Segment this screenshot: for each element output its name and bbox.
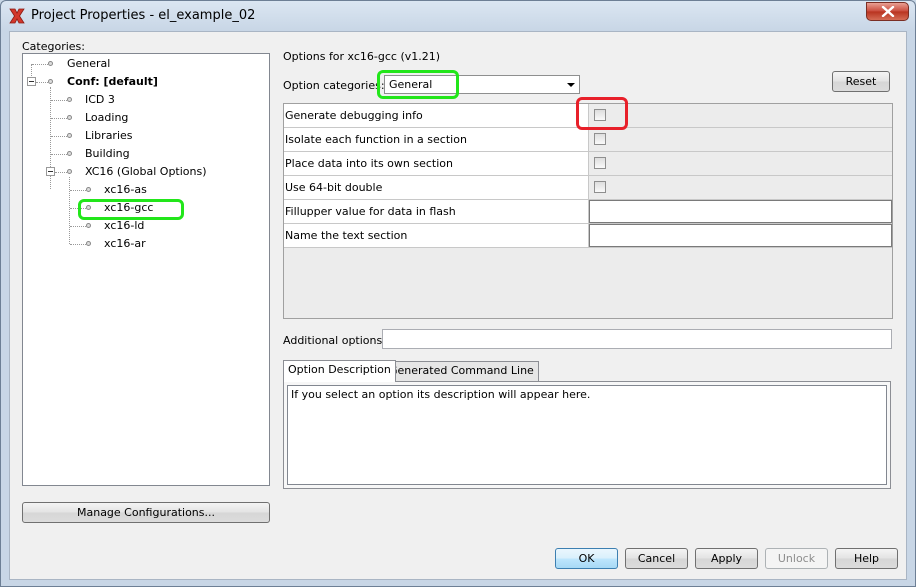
option-name: Isolate each function in a section: [284, 128, 589, 151]
tree-node-icon: [86, 241, 91, 246]
tree-item-label: Libraries: [85, 129, 133, 142]
text-section-name-input[interactable]: [589, 224, 892, 247]
option-row[interactable]: Use 64-bit double: [284, 176, 892, 200]
red-x-icon: [9, 8, 25, 24]
tree-item-general[interactable]: General: [23, 55, 263, 73]
tree-node-icon: [67, 151, 72, 156]
window-close-button[interactable]: [866, 2, 909, 21]
option-name: Generate debugging info: [284, 104, 589, 127]
tree-item-label: General: [67, 57, 111, 70]
tree-item-label: xc16-as: [104, 183, 147, 196]
tree-item-label: xc16-ar: [104, 237, 146, 250]
dialog-client-area: Categories: General Conf: [default] ICD …: [9, 31, 907, 580]
ok-button[interactable]: OK: [555, 548, 618, 569]
tree-item-xc16-global[interactable]: XC16 (Global Options): [23, 163, 263, 181]
tree-item-loading[interactable]: Loading: [23, 109, 263, 127]
close-icon: [881, 6, 895, 17]
reset-button[interactable]: Reset: [832, 71, 890, 92]
tab-generated-command-line[interactable]: Generated Command Line: [384, 361, 539, 381]
tree-node-icon: [67, 133, 72, 138]
tree-item-conf-default[interactable]: Conf: [default]: [23, 73, 263, 91]
unlock-button: Unlock: [765, 548, 828, 569]
option-name: Fillupper value for data in flash: [284, 200, 589, 223]
option-categories-label: Option categories:: [283, 79, 385, 92]
categories-tree[interactable]: General Conf: [default] ICD 3 Loading Li…: [22, 53, 270, 486]
option-row[interactable]: Name the text section: [284, 224, 892, 248]
tree-node-icon: [67, 97, 72, 102]
option-row[interactable]: Isolate each function in a section: [284, 128, 892, 152]
option-name: Use 64-bit double: [284, 176, 589, 199]
additional-options-label: Additional options:: [283, 334, 386, 347]
tree-item-building[interactable]: Building: [23, 145, 263, 163]
option-value-cell: [589, 128, 892, 151]
tree-item-label: Building: [85, 147, 130, 160]
option-row[interactable]: Fillupper value for data in flash: [284, 200, 892, 224]
option-value-cell: [589, 104, 892, 127]
tree-item-icd3[interactable]: ICD 3: [23, 91, 263, 109]
isolate-function-checkbox[interactable]: [594, 133, 606, 145]
tree-item-label: Conf: [default]: [67, 75, 158, 88]
option-name: Place data into its own section: [284, 152, 589, 175]
project-properties-window: Project Properties - el_example_02 Categ…: [0, 0, 916, 587]
option-value-cell: [589, 152, 892, 175]
tree-node-icon: [48, 61, 53, 66]
apply-button[interactable]: Apply: [695, 548, 758, 569]
tree-item-xc16-ar[interactable]: xc16-ar: [23, 235, 263, 253]
use-64bit-double-checkbox[interactable]: [594, 181, 606, 193]
tree-node-icon: [48, 79, 53, 84]
tree-item-label: Loading: [85, 111, 129, 124]
highlight-xc16-gcc: [78, 199, 184, 220]
tab-panel: If you select an option its description …: [283, 381, 891, 489]
dropdown-arrow-icon: [567, 83, 575, 87]
options-grid: Generate debugging info Isolate each fun…: [283, 103, 893, 319]
tree-item-libraries[interactable]: Libraries: [23, 127, 263, 145]
options-title: Options for xc16-gcc (v1.21): [283, 50, 441, 63]
highlight-debugging-checkbox: [576, 97, 628, 130]
option-row[interactable]: Place data into its own section: [284, 152, 892, 176]
manage-configurations-button[interactable]: Manage Configurations...: [22, 502, 270, 523]
tree-node-icon: [86, 187, 91, 192]
fillupper-value-input[interactable]: [589, 200, 892, 223]
tree-item-label: ICD 3: [85, 93, 115, 106]
highlight-option-categories: [377, 70, 459, 99]
option-name: Name the text section: [284, 224, 589, 247]
option-value-cell: [589, 176, 892, 199]
help-button[interactable]: Help: [835, 548, 898, 569]
categories-label: Categories:: [22, 40, 85, 53]
tree-node-icon: [86, 223, 91, 228]
cancel-button[interactable]: Cancel: [625, 548, 688, 569]
tree-item-xc16-as[interactable]: xc16-as: [23, 181, 263, 199]
tree-node-icon: [67, 115, 72, 120]
option-description-text: If you select an option its description …: [287, 385, 887, 485]
window-title: Project Properties - el_example_02: [31, 8, 256, 23]
collapse-icon[interactable]: [27, 77, 36, 86]
additional-options-input[interactable]: [382, 329, 892, 349]
tree-item-label: XC16 (Global Options): [85, 165, 207, 178]
title-bar[interactable]: Project Properties - el_example_02: [1, 1, 915, 31]
place-data-section-checkbox[interactable]: [594, 157, 606, 169]
tree-node-icon: [67, 169, 72, 174]
tab-option-description[interactable]: Option Description: [283, 360, 396, 382]
collapse-icon[interactable]: [46, 167, 55, 176]
